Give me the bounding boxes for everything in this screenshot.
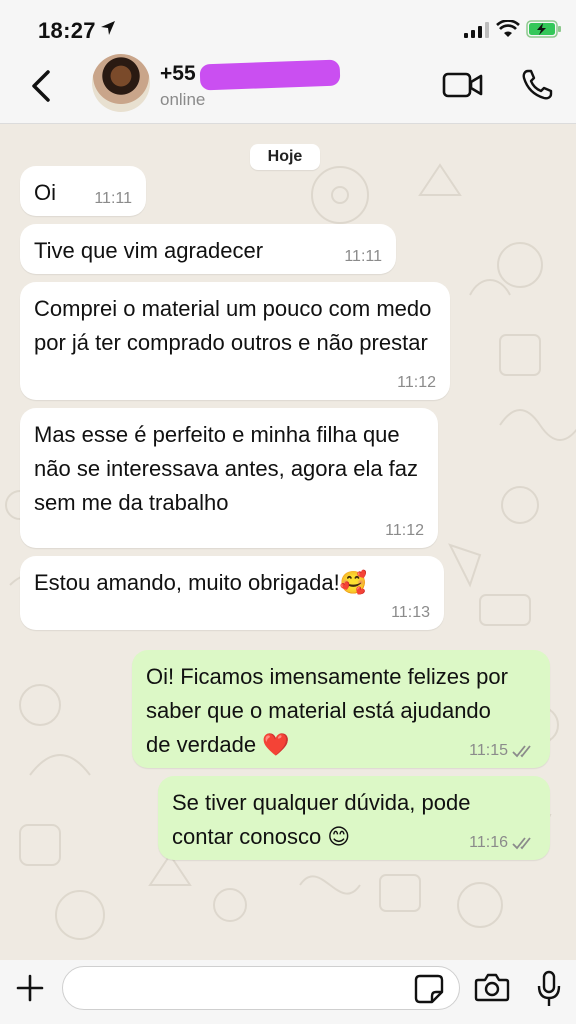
message-bubble-incoming[interactable]: Mas esse é perfeito e minha filha que nã… xyxy=(20,408,438,548)
camera-icon[interactable] xyxy=(474,972,510,1002)
message-time: 11:12 xyxy=(397,374,436,391)
message-time: 11:11 xyxy=(94,190,132,207)
status-bar: 18:27 xyxy=(0,0,576,54)
message-bubble-outgoing[interactable]: Se tiver qualquer dúvida, pode contar co… xyxy=(158,776,550,860)
double-check-icon xyxy=(512,745,531,758)
message-text: Oi! Ficamos imensamente felizes por sabe… xyxy=(146,664,508,757)
message-text: Tive que vim agradecer xyxy=(34,238,264,263)
message-bubble-incoming[interactable]: Estou amando, muito obrigada!🥰 11:13 xyxy=(20,556,444,630)
back-chevron-icon[interactable] xyxy=(26,68,56,104)
battery-charging-icon xyxy=(526,20,561,38)
message-bubble-outgoing[interactable]: Oi! Ficamos imensamente felizes por sabe… xyxy=(132,650,550,768)
message-text: Mas esse é perfeito e minha filha que nã… xyxy=(34,422,419,515)
contact-name[interactable]: +55 xyxy=(160,62,196,86)
double-check-icon xyxy=(512,837,531,850)
message-time: 11:11 xyxy=(344,248,382,265)
signal-icon xyxy=(464,22,489,38)
microphone-icon[interactable] xyxy=(536,970,562,1010)
chat-header: +55 online xyxy=(0,54,576,124)
message-input[interactable] xyxy=(62,966,460,1010)
video-call-icon[interactable] xyxy=(442,70,484,100)
plus-icon[interactable] xyxy=(14,972,46,1004)
phone-icon[interactable] xyxy=(520,68,554,102)
message-bubble-incoming[interactable]: Tive que vim agradecer 11:11 xyxy=(20,224,396,274)
message-time: 11:13 xyxy=(391,604,430,621)
message-bubble-incoming[interactable]: Comprei o material um pouco com medo por… xyxy=(20,282,450,400)
date-chip: Hoje xyxy=(250,144,320,170)
message-time: 11:15 xyxy=(469,742,508,759)
message-time: 11:16 xyxy=(469,834,508,851)
message-bubble-incoming[interactable]: Oi 11:11 xyxy=(20,166,146,216)
message-text: Comprei o material um pouco com medo por… xyxy=(34,296,432,355)
location-arrow-icon xyxy=(101,21,115,35)
sticker-icon[interactable] xyxy=(414,974,444,1004)
status-time: 18:27 xyxy=(38,18,96,43)
contact-status: online xyxy=(160,90,206,109)
avatar[interactable] xyxy=(92,54,150,112)
wifi-icon xyxy=(496,20,520,37)
redaction-scribble xyxy=(199,59,341,91)
input-bar xyxy=(0,960,576,1024)
message-text: Estou amando, muito obrigada!🥰 xyxy=(34,570,368,595)
message-time: 11:12 xyxy=(385,522,424,539)
